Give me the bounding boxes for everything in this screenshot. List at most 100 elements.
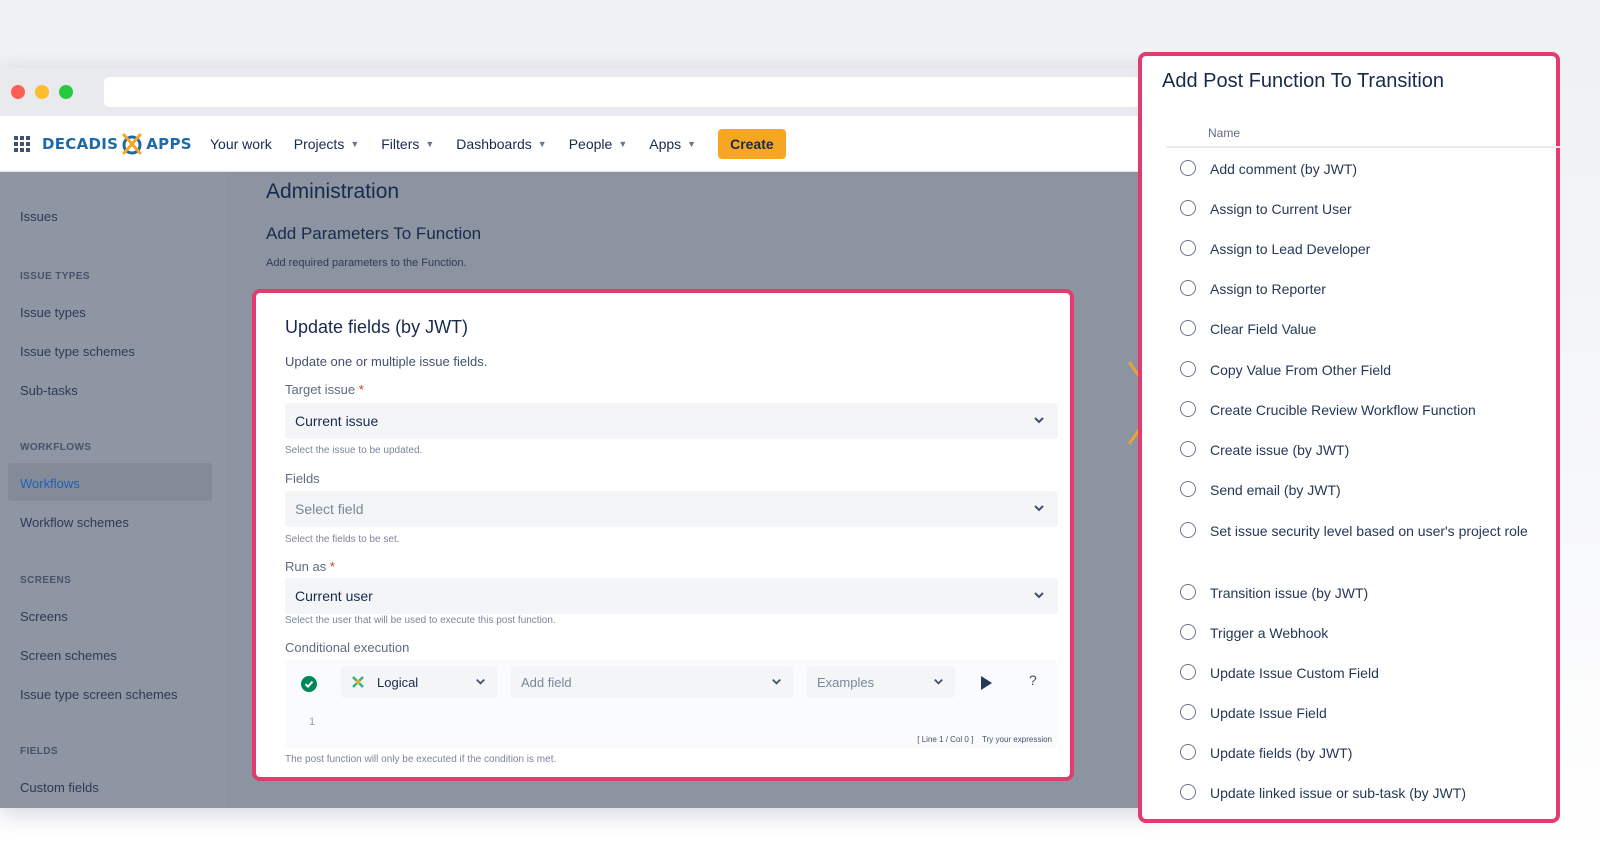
sidebar-section-workflows: WORKFLOWS xyxy=(20,442,92,453)
conditional-execution-label: Conditional execution xyxy=(285,640,410,655)
nav-people[interactable]: People ▼ xyxy=(569,136,628,152)
run-as-help: Select the user that will be used to exe… xyxy=(285,615,556,626)
radio-button[interactable] xyxy=(1180,280,1196,296)
post-function-option-label: Assign to Lead Developer xyxy=(1210,241,1371,257)
fields-help: Select the fields to be set. xyxy=(285,534,400,545)
radio-button[interactable] xyxy=(1180,361,1196,377)
decadis-logo[interactable]: DECADIS APPS xyxy=(42,130,192,158)
sidebar-item-workflows[interactable]: Workflows xyxy=(20,476,80,491)
radio-button[interactable] xyxy=(1180,401,1196,417)
post-function-option[interactable]: Update Issue Field xyxy=(1180,703,1550,724)
nav-your-work[interactable]: Your work xyxy=(210,136,272,152)
sidebar-item-issue-types[interactable]: Issue types xyxy=(20,305,86,320)
sidebar-item-issue-type-schemes[interactable]: Issue type schemes xyxy=(20,344,135,359)
post-function-option[interactable]: Clear Field Value xyxy=(1180,319,1550,340)
sidebar-item-issue-type-screen-schemes[interactable]: Issue type screen schemes xyxy=(20,687,178,702)
card-description: Update one or multiple issue fields. xyxy=(285,354,488,369)
post-function-option[interactable]: Copy Value From Other Field xyxy=(1180,360,1550,381)
radio-button[interactable] xyxy=(1180,664,1196,680)
radio-button[interactable] xyxy=(1180,522,1196,538)
condition-note: The post function will only be executed … xyxy=(285,754,557,765)
radio-button[interactable] xyxy=(1180,784,1196,800)
post-function-option[interactable]: Trigger a Webhook xyxy=(1180,623,1550,644)
page-title: Administration xyxy=(266,180,400,203)
sidebar-item-custom-fields[interactable]: Custom fields xyxy=(20,780,99,795)
radio-button[interactable] xyxy=(1180,744,1196,760)
chevron-down-icon xyxy=(934,678,943,685)
run-as-value: Current user xyxy=(295,588,373,604)
target-issue-value: Current issue xyxy=(295,413,379,429)
post-function-option-label: Update linked issue or sub-task (by JWT) xyxy=(1210,785,1466,801)
radio-button[interactable] xyxy=(1180,624,1196,640)
chevron-down-icon xyxy=(476,678,485,685)
target-issue-help: Select the issue to be updated. xyxy=(285,445,423,456)
line-number: 1 xyxy=(309,716,316,728)
run-expression-icon[interactable] xyxy=(978,675,994,691)
post-function-option[interactable]: Assign to Current User xyxy=(1180,199,1550,220)
post-function-option[interactable]: Transition issue (by JWT) xyxy=(1180,583,1550,604)
address-bar[interactable] xyxy=(104,77,1160,107)
chevron-down-icon: ▼ xyxy=(350,139,360,149)
run-as-select[interactable]: Current user xyxy=(285,578,1058,614)
post-function-option[interactable]: Send email (by JWT) xyxy=(1180,480,1550,501)
examples-select[interactable]: Examples xyxy=(807,666,955,698)
sidebar-item-screens[interactable]: Screens xyxy=(20,609,68,624)
chevron-down-icon: ▼ xyxy=(537,139,547,149)
add-field-select[interactable]: Add field xyxy=(511,666,793,698)
run-as-label: Run as * xyxy=(285,559,335,574)
post-function-option[interactable]: Update Issue Custom Field xyxy=(1180,663,1550,684)
conditional-expression-editor: Logical Add field Examples ? 1 [ Line 1 … xyxy=(285,660,1058,748)
post-function-option[interactable]: Assign to Reporter xyxy=(1180,279,1550,300)
nav-projects-label: Projects xyxy=(293,136,345,152)
try-expression-link[interactable]: Try your expression xyxy=(982,735,1052,744)
chevron-down-icon: ▼ xyxy=(687,139,697,149)
radio-button[interactable] xyxy=(1180,481,1196,497)
sidebar-item-sub-tasks[interactable]: Sub-tasks xyxy=(20,383,78,398)
post-function-option[interactable]: Assign to Lead Developer xyxy=(1180,239,1550,260)
radio-button[interactable] xyxy=(1180,200,1196,216)
parser-mode-value: Logical xyxy=(377,674,419,690)
nav-dashboards[interactable]: Dashboards ▼ xyxy=(456,136,546,152)
chevron-down-icon: ▼ xyxy=(618,139,628,149)
chevron-down-icon xyxy=(1034,417,1044,424)
logo-mark-icon xyxy=(122,133,142,155)
app-switcher-icon[interactable] xyxy=(13,135,31,153)
nav-apps-label: Apps xyxy=(649,136,682,152)
post-function-option-label: Trigger a Webhook xyxy=(1210,625,1329,641)
sidebar-item-workflow-schemes[interactable]: Workflow schemes xyxy=(20,515,129,530)
fields-label: Fields xyxy=(285,471,320,486)
nav-dashboards-label: Dashboards xyxy=(456,136,532,152)
post-function-option[interactable]: Update fields (by JWT) xyxy=(1180,743,1550,764)
radio-button[interactable] xyxy=(1180,704,1196,720)
post-function-option[interactable]: Create Crucible Review Workflow Function xyxy=(1180,400,1550,421)
logical-mode-icon xyxy=(352,676,364,688)
radio-button[interactable] xyxy=(1180,320,1196,336)
cursor-position: [ Line 1 / Col 0 ] xyxy=(917,735,974,744)
parser-mode-select[interactable]: Logical xyxy=(341,666,497,698)
post-function-option[interactable]: Set issue security level based on user's… xyxy=(1180,521,1550,542)
nav-filters[interactable]: Filters ▼ xyxy=(381,136,434,152)
radio-button[interactable] xyxy=(1180,584,1196,600)
maximize-window-button[interactable] xyxy=(59,85,73,99)
target-issue-select[interactable]: Current issue xyxy=(285,403,1058,439)
fields-select[interactable]: Select field xyxy=(285,491,1058,527)
sidebar-item-issues[interactable]: Issues xyxy=(20,209,58,224)
radio-button[interactable] xyxy=(1180,240,1196,256)
radio-button[interactable] xyxy=(1180,441,1196,457)
top-navigation: DECADIS APPS Your work Projects ▼ Filter… xyxy=(0,116,1160,172)
page-description: Add required parameters to the Function. xyxy=(266,257,467,269)
nav-projects[interactable]: Projects ▼ xyxy=(294,136,360,152)
create-button[interactable]: Create xyxy=(718,129,786,159)
update-fields-card: Update fields (by JWT) Update one or mul… xyxy=(252,289,1074,781)
post-function-option-label: Assign to Current User xyxy=(1210,201,1352,217)
close-window-button[interactable] xyxy=(11,85,25,99)
post-function-option[interactable]: Add comment (by JWT) xyxy=(1180,159,1550,180)
nav-apps[interactable]: Apps ▼ xyxy=(649,136,696,152)
expression-toolbar: Logical Add field Examples ? xyxy=(285,666,1058,700)
radio-button[interactable] xyxy=(1180,160,1196,176)
help-icon[interactable]: ? xyxy=(1029,672,1037,688)
post-function-option[interactable]: Create issue (by JWT) xyxy=(1180,440,1550,461)
post-function-option[interactable]: Update linked issue or sub-task (by JWT) xyxy=(1180,783,1550,804)
sidebar-item-screen-schemes[interactable]: Screen schemes xyxy=(20,648,117,663)
minimize-window-button[interactable] xyxy=(35,85,49,99)
